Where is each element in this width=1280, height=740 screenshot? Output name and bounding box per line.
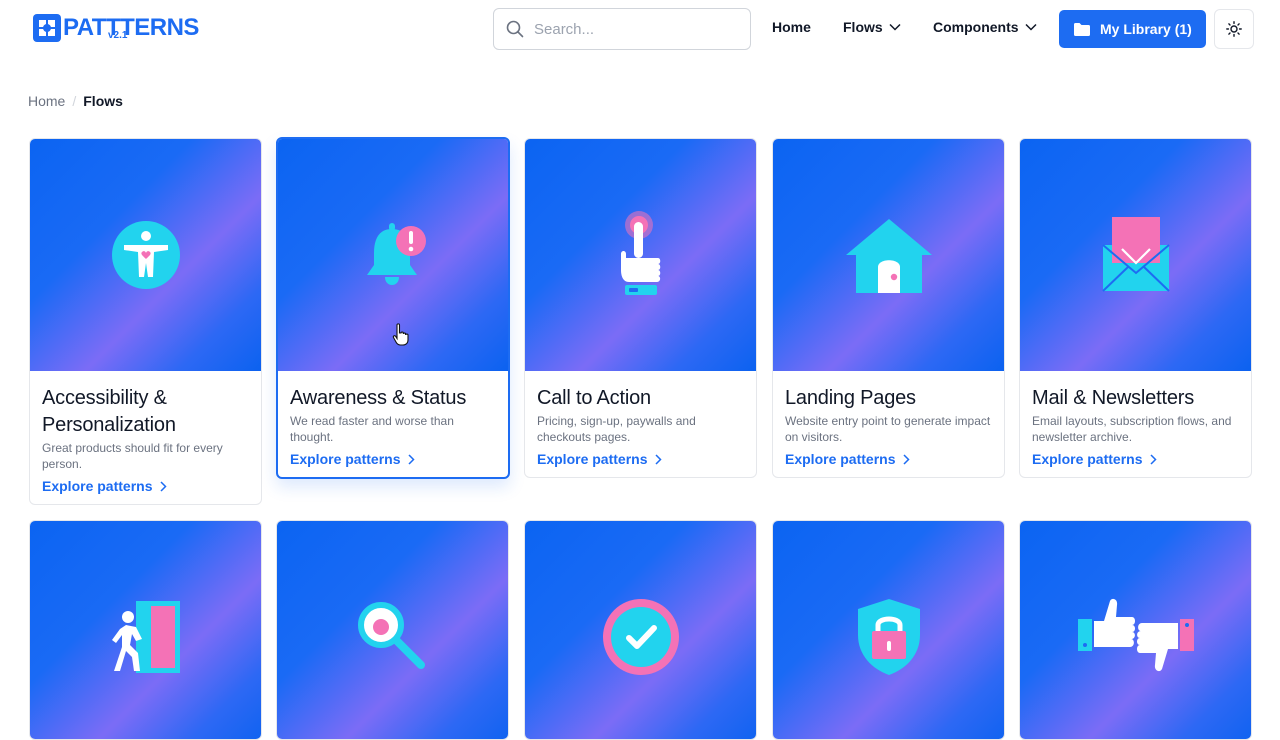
my-library-button[interactable]: My Library (1): [1059, 10, 1206, 48]
exit-door-icon: [111, 601, 180, 673]
card-image: [525, 521, 756, 739]
card-accessibility[interactable]: Accessibility & Personalization Great pr…: [29, 138, 262, 505]
logo[interactable]: PATTTERNS v2.1: [33, 14, 199, 42]
card-title: Landing Pages: [785, 387, 916, 409]
card-image: [773, 139, 1004, 371]
card-title: Call to Action: [537, 387, 651, 409]
my-library-label: My Library (1): [1100, 21, 1192, 37]
card-feedback[interactable]: [1019, 520, 1252, 740]
breadcrumb-separator: /: [72, 93, 77, 109]
logo-icon: [33, 14, 61, 42]
chevron-right-icon: [903, 453, 911, 465]
logo-text: PATTTERNS: [63, 14, 199, 41]
shield-lock-icon: [857, 599, 920, 675]
breadcrumb: Home / Flows: [28, 93, 123, 109]
card-title: Accessibility & Personalization: [42, 387, 176, 436]
card-description: We read faster and worse than thought.: [290, 414, 454, 444]
card-image: [1020, 139, 1251, 371]
breadcrumb-home[interactable]: Home: [28, 93, 65, 109]
explore-patterns-label: Explore patterns: [1032, 451, 1143, 467]
bell-alert-icon: [367, 223, 426, 285]
nav-components[interactable]: Components: [933, 19, 1037, 35]
card-awareness-status[interactable]: Awareness & Status We read faster and wo…: [276, 137, 510, 479]
nav-flows-label: Flows: [843, 19, 883, 35]
card-image: [30, 139, 261, 371]
explore-patterns-label: Explore patterns: [785, 451, 896, 467]
chevron-right-icon: [408, 453, 416, 465]
explore-patterns-link[interactable]: Explore patterns: [785, 451, 992, 467]
card-image: [773, 521, 1004, 739]
card-security[interactable]: [772, 520, 1005, 740]
nav-home[interactable]: Home: [772, 19, 811, 35]
card-success[interactable]: [524, 520, 757, 740]
card-description: Pricing, sign-up, paywalls and checkouts…: [537, 414, 696, 444]
search-icon: [506, 20, 524, 38]
explore-patterns-link[interactable]: Explore patterns: [1032, 451, 1239, 467]
search-input[interactable]: [534, 20, 734, 38]
card-description: Great products should fit for every pers…: [42, 441, 223, 471]
theme-toggle-button[interactable]: [1214, 9, 1254, 49]
explore-patterns-link[interactable]: Explore patterns: [42, 478, 249, 494]
card-landing-pages[interactable]: Landing Pages Website entry point to gen…: [772, 138, 1005, 478]
tap-hand-icon: [620, 211, 660, 295]
accessibility-icon: [111, 221, 180, 289]
thumbs-up-down-icon: [1077, 598, 1194, 672]
explore-patterns-link[interactable]: Explore patterns: [537, 451, 744, 467]
house-icon: [845, 219, 932, 293]
chevron-right-icon: [1150, 453, 1158, 465]
chevron-down-icon: [889, 23, 901, 31]
card-image: [277, 521, 508, 739]
card-image: [525, 139, 756, 371]
card-description: Email layouts, subscription flows, and n…: [1032, 414, 1232, 444]
hand-cursor-icon: [392, 323, 409, 346]
explore-patterns-label: Explore patterns: [537, 451, 648, 467]
explore-patterns-label: Explore patterns: [290, 451, 401, 467]
card-exit[interactable]: [29, 520, 262, 740]
card-title: Mail & Newsletters: [1032, 387, 1194, 409]
magnifier-icon: [357, 602, 425, 669]
check-circle-icon: [602, 599, 679, 675]
card-title: Awareness & Status: [290, 387, 467, 409]
card-search[interactable]: [276, 520, 509, 740]
nav-components-label: Components: [933, 19, 1019, 35]
card-call-to-action[interactable]: Call to Action Pricing, sign-up, paywall…: [524, 138, 757, 478]
logo-version: v2.1: [108, 30, 128, 41]
chevron-right-icon: [655, 453, 663, 465]
header: PATTTERNS v2.1 Home Flows Components My …: [0, 0, 1280, 60]
card-image: [1020, 521, 1251, 739]
folder-icon: [1074, 22, 1090, 36]
envelope-icon: [1101, 217, 1170, 292]
card-image: [30, 521, 261, 739]
explore-patterns-label: Explore patterns: [42, 478, 153, 494]
explore-patterns-link[interactable]: Explore patterns: [290, 451, 496, 467]
nav-flows[interactable]: Flows: [843, 19, 901, 35]
chevron-right-icon: [160, 480, 168, 492]
search-box[interactable]: [493, 8, 751, 50]
sun-icon: [1226, 21, 1242, 37]
card-description: Website entry point to generate impact o…: [785, 414, 991, 444]
breadcrumb-current: Flows: [83, 93, 123, 109]
card-mail-newsletters[interactable]: Mail & Newsletters Email layouts, subscr…: [1019, 138, 1252, 478]
nav-home-label: Home: [772, 19, 811, 35]
chevron-down-icon: [1025, 23, 1037, 31]
